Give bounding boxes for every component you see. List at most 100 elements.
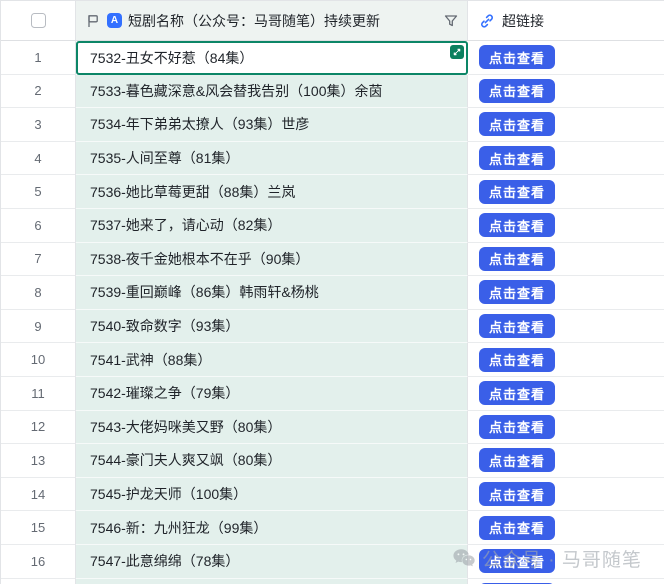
text-field-type-icon: A [107, 13, 122, 28]
hyperlink-cell: 点击查看 [468, 142, 664, 176]
drama-title: 7545-护龙天师（100集） [90, 484, 247, 504]
drama-title: 7537-她来了，请心动（82集） [90, 215, 281, 235]
table-row: 10 7541-武神（88集） 点击查看 [1, 343, 664, 377]
hyperlink-cell: 点击查看 [468, 75, 664, 109]
drama-title-cell[interactable]: 7545-护龙天师（100集） [76, 478, 468, 512]
table-row: 点击查看 [1, 579, 664, 584]
row-number[interactable]: 3 [1, 108, 76, 142]
drama-title-cell[interactable]: 7543-大佬妈咪美又野（80集） [76, 411, 468, 445]
view-link-button[interactable]: 点击查看 [479, 280, 555, 304]
table-row: 14 7545-护龙天师（100集） 点击查看 [1, 478, 664, 512]
view-link-button[interactable]: 点击查看 [479, 415, 555, 439]
table-row: 2 7533-暮色藏深意&风会替我告别（100集）余茵 点击查看 [1, 75, 664, 109]
row-number[interactable]: 1 [1, 41, 76, 75]
column-header-hyperlink[interactable]: 超链接 [468, 1, 664, 40]
drama-title: 7536-她比草莓更甜（88集）兰岚 [90, 182, 295, 202]
drama-title-cell[interactable]: 7538-夜千金她根本不在乎（90集） [76, 243, 468, 277]
view-link-button[interactable]: 点击查看 [479, 348, 555, 372]
drama-title: 7544-豪门夫人爽又飒（80集） [90, 450, 281, 470]
hyperlink-cell: 点击查看 [468, 276, 664, 310]
drama-title: 7532-丑女不好惹（84集） [90, 48, 253, 68]
view-link-button[interactable]: 点击查看 [479, 45, 555, 69]
table-row: 12 7543-大佬妈咪美又野（80集） 点击查看 [1, 411, 664, 445]
hyperlink-cell: 点击查看 [468, 209, 664, 243]
expand-record-icon[interactable] [450, 45, 464, 59]
drama-title: 7541-武神（88集） [90, 350, 211, 370]
view-link-button[interactable]: 点击查看 [479, 381, 555, 405]
view-link-button[interactable]: 点击查看 [479, 79, 555, 103]
row-number[interactable] [1, 579, 76, 584]
select-all-checkbox[interactable] [31, 13, 46, 28]
flag-icon [85, 13, 101, 29]
table-row: 7 7538-夜千金她根本不在乎（90集） 点击查看 [1, 243, 664, 277]
drama-title-cell[interactable]: 7540-致命数字（93集） [76, 310, 468, 344]
table-header: A 短剧名称（公众号：马哥随笔）持续更新 超链接 [1, 1, 664, 41]
table-row: 6 7537-她来了，请心动（82集） 点击查看 [1, 209, 664, 243]
drama-title-cell[interactable]: 7537-她来了，请心动（82集） [76, 209, 468, 243]
view-link-button[interactable]: 点击查看 [479, 146, 555, 170]
row-number[interactable]: 5 [1, 175, 76, 209]
drama-title-cell[interactable]: 7541-武神（88集） [76, 343, 468, 377]
drama-title: 7543-大佬妈咪美又野（80集） [90, 417, 281, 437]
drama-title: 7540-致命数字（93集） [90, 316, 239, 336]
hyperlink-cell: 点击查看 [468, 444, 664, 478]
row-number[interactable]: 16 [1, 545, 76, 579]
hyperlink-cell: 点击查看 [468, 377, 664, 411]
drama-title-cell[interactable]: 7535-人间至尊（81集） [76, 142, 468, 176]
drama-title-cell[interactable]: 7542-璀璨之争（79集） [76, 377, 468, 411]
row-number[interactable]: 8 [1, 276, 76, 310]
view-link-button[interactable]: 点击查看 [479, 180, 555, 204]
row-number[interactable]: 14 [1, 478, 76, 512]
table-row: 16 7547-此意绵绵（78集） 点击查看 [1, 545, 664, 579]
row-number[interactable]: 2 [1, 75, 76, 109]
table-row: 3 7534-年下弟弟太撩人（93集）世彦 点击查看 [1, 108, 664, 142]
drama-title: 7539-重回巅峰（86集）韩雨轩&杨桃 [90, 282, 319, 302]
drama-title: 7538-夜千金她根本不在乎（90集） [90, 249, 309, 269]
drama-title: 7535-人间至尊（81集） [90, 148, 239, 168]
drama-title-cell[interactable]: 7536-她比草莓更甜（88集）兰岚 [76, 175, 468, 209]
drama-title-cell[interactable] [76, 579, 468, 584]
filter-icon[interactable] [443, 13, 459, 29]
row-number[interactable]: 6 [1, 209, 76, 243]
hyperlink-cell: 点击查看 [468, 343, 664, 377]
view-link-button[interactable]: 点击查看 [479, 213, 555, 237]
table-body: 1 7532-丑女不好惹（84集） 点击查看 2 7533-暮色藏深意&风会替我告别（1… [1, 41, 664, 584]
view-link-button[interactable]: 点击查看 [479, 448, 555, 472]
column-title: 短剧名称（公众号：马哥随笔）持续更新 [128, 11, 437, 31]
view-link-button[interactable]: 点击查看 [479, 112, 555, 136]
hyperlink-cell: 点击查看 [468, 478, 664, 512]
row-number[interactable]: 7 [1, 243, 76, 277]
drama-title: 7533-暮色藏深意&风会替我告别（100集）余茵 [90, 81, 383, 101]
table-row: 8 7539-重回巅峰（86集）韩雨轩&杨桃 点击查看 [1, 276, 664, 310]
row-number[interactable]: 15 [1, 511, 76, 545]
table-row: 15 7546-新：九州狂龙（99集） 点击查看 [1, 511, 664, 545]
table-row: 117542-璀璨之争（79集） 点击查看 [1, 377, 664, 411]
row-number[interactable]: 9 [1, 310, 76, 344]
spreadsheet: A 短剧名称（公众号：马哥随笔）持续更新 超链接 1 7532-丑女不好惹（84集… [0, 0, 664, 584]
view-link-button[interactable]: 点击查看 [479, 247, 555, 271]
drama-title-cell[interactable]: 7546-新：九州狂龙（99集） [76, 511, 468, 545]
drama-title-cell[interactable]: 7539-重回巅峰（86集）韩雨轩&杨桃 [76, 276, 468, 310]
row-number[interactable]: 10 [1, 343, 76, 377]
drama-title: 7534-年下弟弟太撩人（93集）世彦 [90, 114, 309, 134]
drama-title-cell-selected[interactable]: 7532-丑女不好惹（84集） [76, 41, 468, 75]
row-number[interactable]: 12 [1, 411, 76, 445]
row-number[interactable]: 11 [1, 377, 76, 411]
drama-title-cell[interactable]: 7533-暮色藏深意&风会替我告别（100集）余茵 [76, 75, 468, 109]
column-title: 超链接 [502, 11, 544, 31]
table-row: 5 7536-她比草莓更甜（88集）兰岚 点击查看 [1, 175, 664, 209]
view-link-button[interactable]: 点击查看 [479, 314, 555, 338]
view-link-button[interactable]: 点击查看 [479, 549, 555, 573]
hyperlink-cell: 点击查看 [468, 545, 664, 579]
drama-title: 7547-此意绵绵（78集） [90, 551, 239, 571]
row-number[interactable]: 4 [1, 142, 76, 176]
view-link-button[interactable]: 点击查看 [479, 482, 555, 506]
drama-title-cell[interactable]: 7547-此意绵绵（78集） [76, 545, 468, 579]
drama-title-cell[interactable]: 7544-豪门夫人爽又飒（80集） [76, 444, 468, 478]
view-link-button[interactable]: 点击查看 [479, 516, 555, 540]
drama-title-cell[interactable]: 7534-年下弟弟太撩人（93集）世彦 [76, 108, 468, 142]
row-number[interactable]: 13 [1, 444, 76, 478]
column-header-drama-name[interactable]: A 短剧名称（公众号：马哥随笔）持续更新 [76, 1, 468, 40]
drama-title: 7546-新：九州狂龙（99集） [90, 518, 267, 538]
hyperlink-cell: 点击查看 [468, 511, 664, 545]
